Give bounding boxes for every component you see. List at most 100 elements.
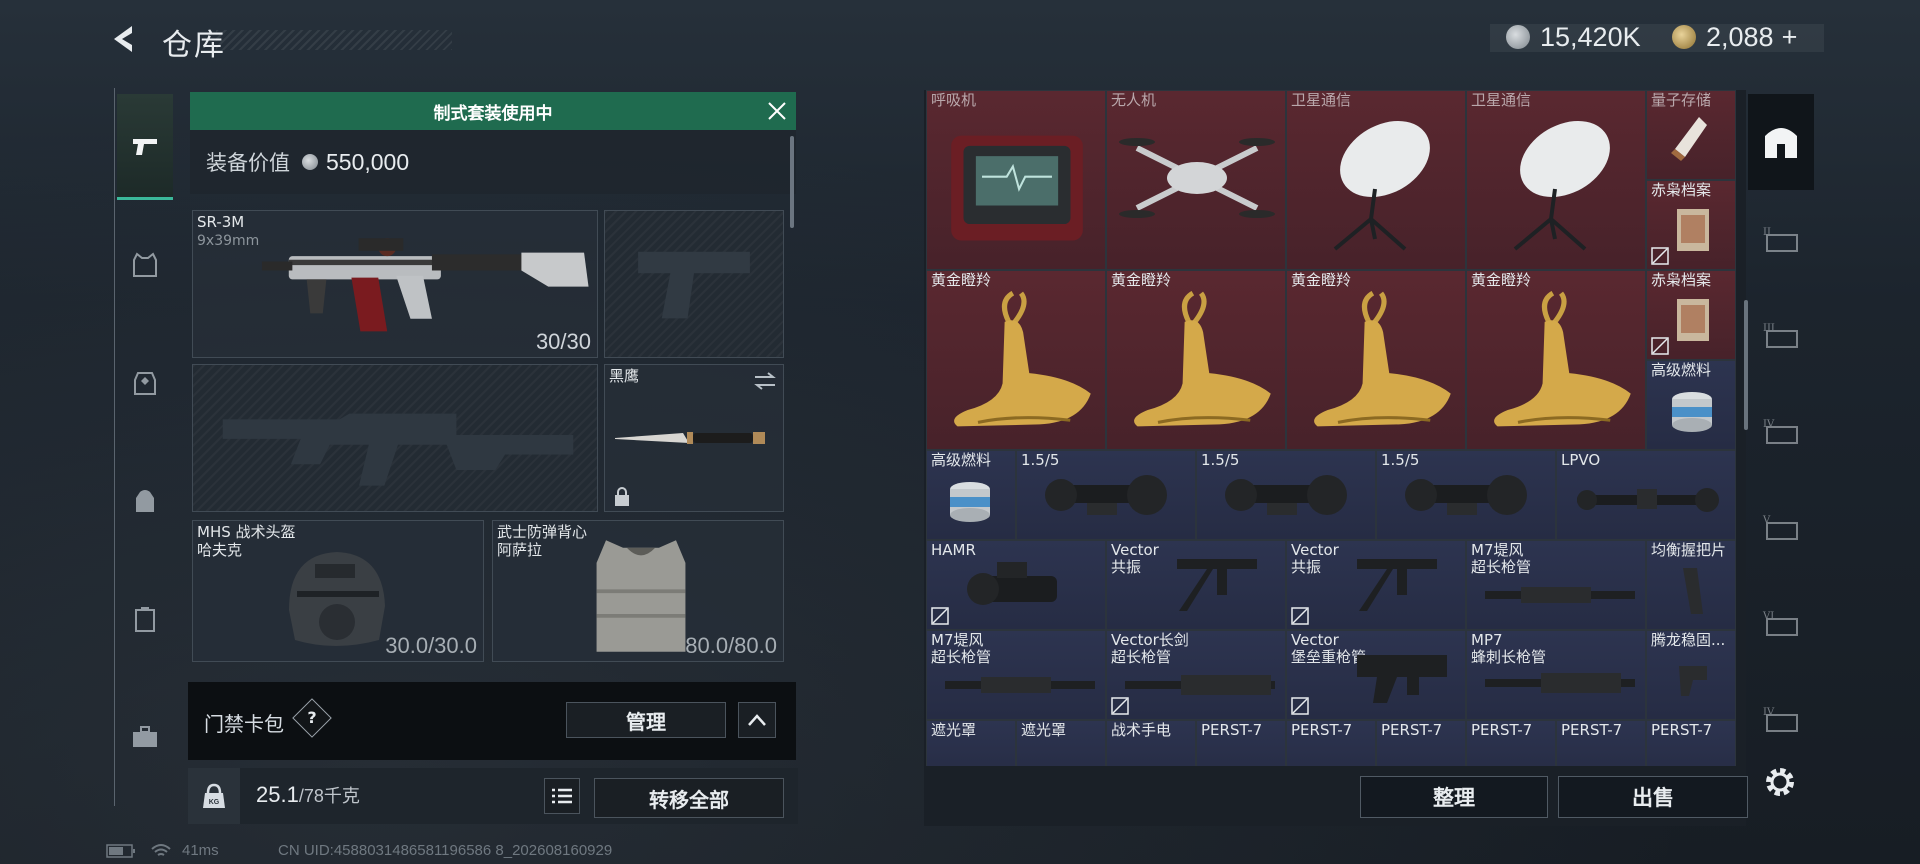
stash-item[interactable]: 战术手电 xyxy=(1106,720,1196,766)
stash-grid: 呼吸机 无人机 卫星通信 卫星通信 量子存储 赤枭档案 黄金瞪羚 黄金瞪羚 黄金… xyxy=(926,90,1742,766)
stash-item[interactable]: 黄金瞪羚 xyxy=(1466,270,1646,450)
stash-item[interactable]: PERST-7 xyxy=(1286,720,1376,766)
stash-item[interactable]: 1.5/5 xyxy=(1016,450,1196,540)
back-arrow-icon[interactable] xyxy=(108,22,142,56)
stash-item[interactable]: MP7 蜂刺长枪管 xyxy=(1466,630,1646,720)
stash-item[interactable]: 高级燃料 xyxy=(1646,360,1736,450)
helmet-slot[interactable]: MHS 战术头盔 哈夫克 30.0/30.0 xyxy=(192,520,484,662)
stash-item[interactable]: 卫星通信 xyxy=(1286,90,1466,270)
stash-item[interactable]: 无人机 xyxy=(1106,90,1286,270)
rail-tab-armor[interactable] xyxy=(117,212,173,318)
wifi-icon xyxy=(151,843,171,856)
stash-item[interactable]: PERST-7 xyxy=(1556,720,1646,766)
vest-name: 武士防弹背心 阿萨拉 xyxy=(497,523,588,559)
manage-button[interactable]: 管理 xyxy=(566,702,726,738)
item-label: M7堤风 超长枪管 xyxy=(1471,541,1532,576)
stash-item[interactable]: 呼吸机 xyxy=(926,90,1106,270)
rail-tab-case[interactable] xyxy=(117,566,173,672)
stash-item[interactable]: 高级燃料 xyxy=(926,450,1016,540)
stash-tab-main[interactable] xyxy=(1748,94,1814,190)
carry-weight: 25.1/78千克 xyxy=(256,782,360,807)
stash-item[interactable]: PERST-7 xyxy=(1376,720,1466,766)
equipment-category-rail xyxy=(114,88,173,806)
pistol-slot-empty[interactable] xyxy=(604,210,784,358)
stash-tab-6[interactable]: VI xyxy=(1748,574,1814,670)
sort-button[interactable]: 整理 xyxy=(1360,776,1548,818)
help-icon[interactable]: ? xyxy=(292,698,332,738)
secondary-weapon-slot-empty[interactable] xyxy=(192,364,598,512)
swap-icon[interactable] xyxy=(753,371,777,391)
stash-item[interactable]: 黄金瞪羚 xyxy=(1106,270,1286,450)
stash-tab-4[interactable]: IV xyxy=(1748,382,1814,478)
no-card-icon xyxy=(1651,337,1669,355)
vest-slot[interactable]: 武士防弹背心 阿萨拉 80.0/80.0 xyxy=(492,520,784,662)
stash-item[interactable]: 1.5/5 xyxy=(1196,450,1376,540)
stash-item[interactable]: 遮光罩 xyxy=(1016,720,1106,766)
stash-item[interactable]: Vector长剑 超长枪管 xyxy=(1106,630,1286,720)
close-icon[interactable] xyxy=(766,100,788,122)
stash-tab-rail: II III IV V VI IV xyxy=(1748,90,1814,796)
stash-item[interactable]: Vector 堡垒重枪管 xyxy=(1286,630,1466,720)
item-label: PERST-7 xyxy=(1201,721,1263,739)
stash-item[interactable]: HAMR xyxy=(926,540,1106,630)
stash-item[interactable]: LPVO xyxy=(1556,450,1736,540)
rail-tab-weapons[interactable] xyxy=(117,94,173,200)
stash-item[interactable]: PERST-7 xyxy=(1466,720,1556,766)
item-label: 遮光罩 xyxy=(931,721,977,739)
item-label: 黄金瞪羚 xyxy=(1111,271,1172,289)
keycard-case-label: 门禁卡包 xyxy=(204,712,284,736)
ventilator-image xyxy=(951,135,1083,241)
stash-item[interactable]: 黄金瞪羚 xyxy=(1286,270,1466,450)
stock-image xyxy=(1679,666,1707,696)
item-label: 高级燃料 xyxy=(1651,361,1712,379)
item-label: MP7 蜂刺长枪管 xyxy=(1471,631,1547,666)
item-label: 卫星通信 xyxy=(1471,91,1532,109)
item-label: 赤枭档案 xyxy=(1651,271,1712,289)
vest-image xyxy=(596,540,686,652)
stash-item[interactable]: 遮光罩 xyxy=(926,720,1016,766)
stash-item[interactable]: 1.5/5 xyxy=(1376,450,1556,540)
collapse-button[interactable] xyxy=(738,702,776,738)
item-label: 卫星通信 xyxy=(1291,91,1352,109)
stash-item[interactable]: 均衡握把片 xyxy=(1646,540,1736,630)
no-card-icon xyxy=(1291,697,1309,715)
stash-item[interactable]: M7堤风 超长枪管 xyxy=(1466,540,1646,630)
gear-icon[interactable] xyxy=(1762,764,1798,800)
stash-tab-3[interactable]: III xyxy=(1748,286,1814,382)
user-uid: CN UID:4588031486581196586 8_20260816092… xyxy=(278,842,613,859)
heavy-barrel-image xyxy=(1357,655,1447,703)
stash-item[interactable]: 黄金瞪羚 xyxy=(926,270,1106,450)
stash-tab-5[interactable]: V xyxy=(1748,478,1814,574)
stash-tab-4-icon: IV xyxy=(1763,419,1798,444)
sell-button[interactable]: 出售 xyxy=(1558,776,1748,818)
stash-item[interactable]: PERST-7 xyxy=(1196,720,1286,766)
stash-item[interactable]: 腾龙稳固... xyxy=(1646,630,1736,720)
no-card-icon xyxy=(931,607,949,625)
stash-item[interactable]: 量子存储 xyxy=(1646,90,1736,180)
rail-tab-chest-rig[interactable] xyxy=(117,330,173,436)
no-card-icon xyxy=(1111,697,1129,715)
stash-item[interactable]: 赤枭档案 xyxy=(1646,180,1736,270)
stash-item[interactable]: Vector 共振 xyxy=(1286,540,1466,630)
stash-tab-5-icon: V xyxy=(1762,515,1798,540)
stash-item[interactable]: M7堤风 超长枪管 xyxy=(926,630,1106,720)
stash-item[interactable]: 卫星通信 xyxy=(1466,90,1646,270)
stash-item[interactable]: Vector 共振 xyxy=(1106,540,1286,630)
equipment-value-row: 装备价值 550,000 xyxy=(190,130,796,194)
stash-item[interactable]: 赤枭档案 xyxy=(1646,270,1736,360)
gold-currency: 2,088 + xyxy=(1672,20,1797,54)
stash-item[interactable]: PERST-7 xyxy=(1646,720,1736,766)
primary-weapon-slot[interactable]: SR-3M 9x39mm 30/30 xyxy=(192,210,598,358)
loadout-scrollbar[interactable] xyxy=(790,136,794,228)
equipment-value: 550,000 xyxy=(326,148,410,175)
stash-tab-7[interactable]: IV xyxy=(1748,670,1814,766)
rail-tab-toolbox[interactable] xyxy=(117,684,173,790)
kettlebell-icon: KG xyxy=(203,783,225,808)
add-currency-button[interactable]: + xyxy=(1782,22,1798,53)
stash-tab-2[interactable]: II xyxy=(1748,190,1814,286)
melee-slot[interactable]: 黑鹰 xyxy=(604,364,784,512)
rail-tab-backpack[interactable] xyxy=(117,448,173,554)
rifle-silhouette-icon xyxy=(222,413,574,486)
list-view-button[interactable] xyxy=(544,778,580,814)
transfer-all-button[interactable]: 转移全部 xyxy=(594,778,784,818)
